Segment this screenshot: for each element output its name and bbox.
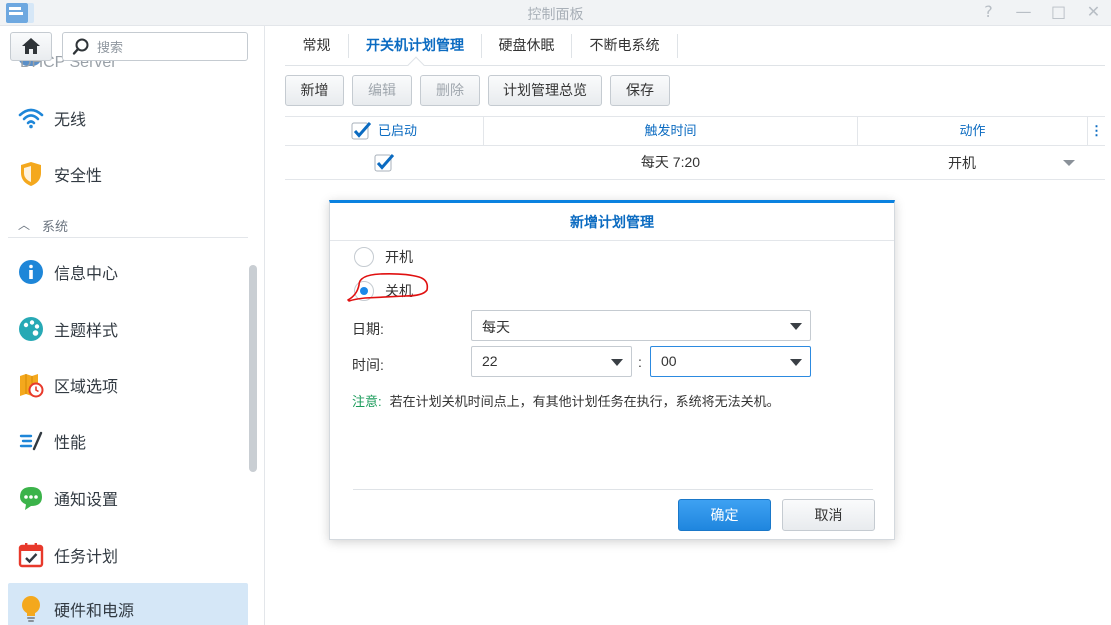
sidebar-item-info-center[interactable]: 信息中心 xyxy=(8,246,248,298)
sidebar-item-label: 性能 xyxy=(54,435,87,452)
chevron-down-icon xyxy=(790,359,802,366)
radio-power-on[interactable]: 开机 xyxy=(354,246,413,268)
new-schedule-dialog: 新增计划管理 开机 关机 日期: 每天 时间: 22 : 00 注意: 若在计划关… xyxy=(329,200,895,540)
add-button[interactable]: 新增 xyxy=(285,75,344,106)
chevron-down-icon xyxy=(1063,160,1075,166)
sidebar-item-label: 通知设置 xyxy=(54,492,119,509)
radio-power-on-label: 开机 xyxy=(385,249,413,265)
sidebar-item-task-scheduler[interactable]: 任务计划 xyxy=(8,529,248,581)
tab-hdd-hibernation[interactable]: 硬盘休眠 xyxy=(482,26,571,65)
sidebar-item-label: 无线 xyxy=(54,112,87,129)
date-value: 每天 xyxy=(482,319,510,335)
delete-button[interactable]: 删除 xyxy=(420,75,480,106)
hour-select[interactable]: 22 xyxy=(471,346,632,377)
chevron-down-icon xyxy=(790,323,802,330)
sidebar-item-performance[interactable]: 性能 xyxy=(8,415,248,467)
row-enabled-checkbox[interactable] xyxy=(373,147,397,179)
dialog-title: 新增计划管理 xyxy=(330,203,894,241)
radio-power-on-control[interactable] xyxy=(354,247,374,267)
tab-general[interactable]: 常规 xyxy=(285,26,348,65)
home-icon xyxy=(22,38,40,54)
table-row[interactable]: 每天 7:20 开机 xyxy=(285,147,1105,180)
header-checkbox-checked-icon[interactable] xyxy=(351,121,371,141)
save-button[interactable]: 保存 xyxy=(610,75,670,106)
sidebar-item-label: 信息中心 xyxy=(54,266,119,283)
palette-icon xyxy=(17,315,45,343)
sidebar-scrollbar[interactable] xyxy=(249,265,257,472)
column-header-trigger-time[interactable]: 触发时间 xyxy=(484,117,857,145)
tab-bar: 常规 开关机计划管理 硬盘休眠 不断电系统 xyxy=(285,26,1105,74)
info-icon xyxy=(17,258,45,286)
notification-icon xyxy=(17,484,45,512)
time-label: 时间: xyxy=(352,357,384,373)
column-options-icon[interactable]: ⋮ xyxy=(1088,117,1105,145)
red-annotation-circle xyxy=(347,273,429,302)
sidebar-item-label: 安全性 xyxy=(54,168,103,185)
column-header-action[interactable]: 动作 xyxy=(858,117,1087,145)
date-label: 日期: xyxy=(352,321,384,337)
search-box[interactable] xyxy=(62,32,248,61)
title-bar: 控制面板 ? — □ ✕ xyxy=(0,0,1111,26)
tab-ups[interactable]: 不断电系统 xyxy=(572,26,677,65)
note-label: 注意: xyxy=(352,394,382,409)
home-button[interactable] xyxy=(10,32,52,61)
schedule-overview-button[interactable]: 计划管理总览 xyxy=(488,75,602,106)
row-trigger-time: 每天 7:20 xyxy=(640,154,701,170)
minute-select[interactable]: 00 xyxy=(650,346,811,377)
bulb-icon xyxy=(17,595,45,623)
performance-icon xyxy=(17,427,45,455)
ok-button[interactable]: 确定 xyxy=(678,499,771,531)
close-button[interactable]: ✕ xyxy=(1076,0,1111,26)
minimize-button[interactable]: — xyxy=(1006,0,1041,26)
minute-value: 00 xyxy=(661,353,677,369)
maximize-button[interactable]: □ xyxy=(1041,0,1076,26)
row-action-value: 开机 xyxy=(948,155,976,171)
region-map-icon xyxy=(17,371,45,399)
chevron-down-icon xyxy=(611,359,623,366)
chevron-up-icon: ︿ xyxy=(18,218,31,232)
cancel-button[interactable]: 取消 xyxy=(782,499,875,531)
calendar-icon xyxy=(17,541,45,569)
row-action-select[interactable]: 开机 xyxy=(858,147,1087,179)
edit-button[interactable]: 编辑 xyxy=(352,75,412,106)
section-header-system[interactable]: ︿ 系统 xyxy=(8,212,248,238)
sidebar-item-theme[interactable]: 主题样式 xyxy=(8,303,248,355)
sidebar-item-label: 主题样式 xyxy=(54,323,119,340)
window-title: 控制面板 xyxy=(527,7,584,23)
sidebar-item-label: 任务计划 xyxy=(54,549,119,566)
sidebar: DHCP Server 无线 安全性 xyxy=(0,26,265,625)
sidebar-item-region[interactable]: 区域选项 xyxy=(8,359,248,411)
sidebar-item-label: 区域选项 xyxy=(54,379,119,396)
date-select[interactable]: 每天 xyxy=(471,310,811,341)
note-text: 若在计划关机时间点上，有其他计划任务在执行，系统将无法关机。 xyxy=(389,394,780,409)
grid-header: 已启动 触发时间 动作 ⋮ xyxy=(285,116,1105,146)
sidebar-item-label: 硬件和电源 xyxy=(54,603,135,620)
dialog-divider xyxy=(353,489,873,490)
shield-icon xyxy=(17,160,45,188)
section-label: 系统 xyxy=(42,219,69,234)
checkbox-checked-icon xyxy=(374,154,395,172)
sidebar-item-security[interactable]: 安全性 xyxy=(8,148,248,200)
sidebar-item-wireless[interactable]: 无线 xyxy=(8,92,248,144)
sidebar-item-notification[interactable]: 通知设置 xyxy=(8,472,248,524)
search-input[interactable] xyxy=(97,37,237,57)
hour-value: 22 xyxy=(482,353,498,369)
column-header-enabled[interactable]: 已启动 xyxy=(351,117,481,145)
search-icon xyxy=(72,38,89,55)
time-separator: : xyxy=(638,354,642,370)
wifi-icon xyxy=(17,104,45,132)
sidebar-item-hardware-power[interactable]: 硬件和电源 xyxy=(8,583,248,625)
column-header-label: 已启动 xyxy=(378,123,418,138)
help-button[interactable]: ? xyxy=(971,0,1006,26)
shutdown-note: 注意: 若在计划关机时间点上，有其他计划任务在执行，系统将无法关机。 xyxy=(352,391,780,410)
